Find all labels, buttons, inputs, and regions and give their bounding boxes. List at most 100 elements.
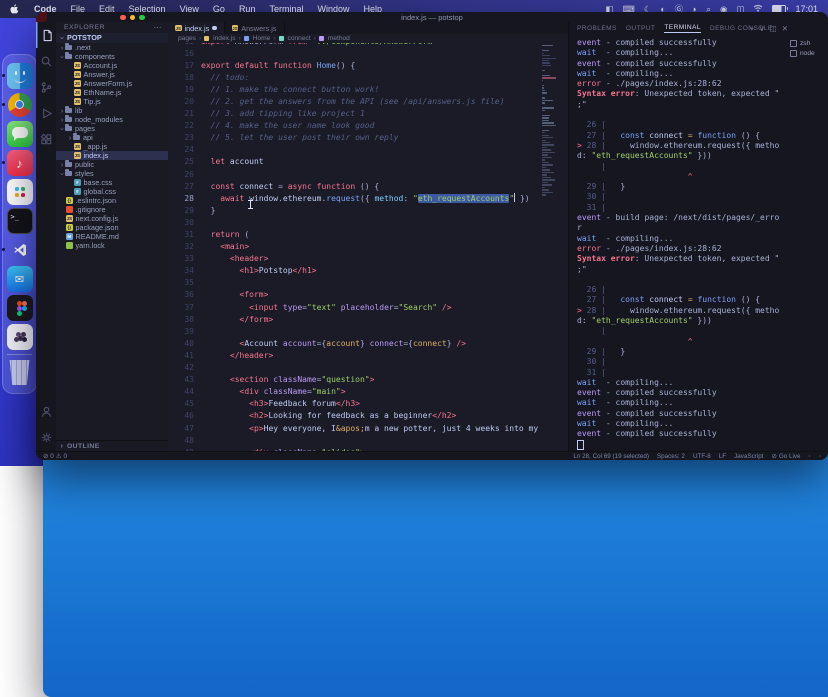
tree-item-node-modules[interactable]: ›node_modules xyxy=(56,115,168,124)
terminal-row: ^ xyxy=(577,337,789,347)
explorer-icon[interactable] xyxy=(36,22,56,48)
dock-item-figma[interactable] xyxy=(7,295,33,321)
tree-item-readme-md[interactable]: MREADME.md xyxy=(56,232,168,241)
tree-item-index-js[interactable]: JSindex.js xyxy=(56,151,168,160)
dock-item-music[interactable]: ♪ xyxy=(7,150,33,176)
tree-item-account-js[interactable]: JSAccount.js xyxy=(56,61,168,70)
problems-summary[interactable]: ⊘0 ⚠0 xyxy=(43,453,67,460)
code-token xyxy=(201,399,249,408)
modified-dot-icon[interactable] xyxy=(212,26,217,31)
settings-gear-icon[interactable] xyxy=(36,424,56,450)
tree-item-public[interactable]: ›public xyxy=(56,160,168,169)
terminal-row: 30 | xyxy=(577,192,789,202)
statusbar-item-spaces-2[interactable]: Spaces: 2 xyxy=(657,453,685,460)
tree-item--app-js[interactable]: JS_app.js xyxy=(56,142,168,151)
code-token: "question" xyxy=(321,375,369,384)
code-area[interactable]: 15import AnswerForm from '../components/… xyxy=(168,43,540,453)
tree-item--next[interactable]: ›.next xyxy=(56,43,168,52)
minimap-line xyxy=(542,132,545,133)
dock-item-vscode[interactable] xyxy=(7,237,33,263)
chevron-down-icon[interactable]: ∨ xyxy=(759,24,765,33)
tree-item-base-css[interactable]: #base.css xyxy=(56,178,168,187)
breadcrumb-item-index-js[interactable]: index.js xyxy=(204,35,235,42)
terminal-session-node[interactable]: node xyxy=(790,48,826,58)
extensions-icon[interactable] xyxy=(36,126,56,152)
tree-item-ethname-js[interactable]: JSEthName.js xyxy=(56,88,168,97)
code-token: request xyxy=(326,194,360,203)
dock-item-messages[interactable] xyxy=(7,121,33,147)
tree-item-next-config-js[interactable]: JSnext.config.js xyxy=(56,214,168,223)
status-right: Ln 28, Col 69 (19 selected) Spaces: 2 UTF-… xyxy=(573,453,821,460)
tree-item-global-css[interactable]: #global.css xyxy=(56,187,168,196)
dock-item-trash[interactable] xyxy=(7,359,33,385)
tree-item--eslintrc-json[interactable]: {}.eslintrc.json xyxy=(56,196,168,205)
source-control-icon[interactable] xyxy=(36,74,56,100)
panel-tab-problems[interactable]: PROBLEMS xyxy=(577,25,617,32)
apple-menu[interactable] xyxy=(0,4,27,15)
more-actions-icon[interactable]: ⋯ xyxy=(154,23,163,32)
statusbar-item-go-live[interactable]: ⊘Go Live xyxy=(772,453,801,460)
tab-index-js[interactable]: JSindex.js xyxy=(168,22,225,34)
statusbar-feedback-icon[interactable]: ◦ xyxy=(809,453,811,460)
code-token: async xyxy=(288,182,312,191)
tree-item-answer-js[interactable]: JSAnswer.js xyxy=(56,70,168,79)
run-debug-icon[interactable] xyxy=(36,100,56,126)
breadcrumb-item-home[interactable]: Home xyxy=(244,35,271,42)
tree-item-yarn-lock[interactable]: yarn.lock xyxy=(56,241,168,250)
dock-item-photos[interactable] xyxy=(7,324,33,350)
workspace-root[interactable]: › POTSTOP xyxy=(56,33,168,43)
dock-item-terminal[interactable]: >_ xyxy=(7,208,33,234)
terminal-row: error - ./pages/index.js:28:62 xyxy=(577,244,789,254)
breadcrumb-item-connect[interactable]: connect xyxy=(279,35,311,42)
terminal-row: event - compiled successfully xyxy=(577,388,789,398)
statusbar-item-lf[interactable]: LF xyxy=(719,453,726,460)
breadcrumb[interactable]: pages›index.js›Home›connect›method xyxy=(168,34,568,43)
statusbar-item-utf-8[interactable]: UTF-8 xyxy=(693,453,711,460)
tree-item-tip-js[interactable]: JSTip.js xyxy=(56,97,168,106)
tree-item-pages[interactable]: ›pages xyxy=(56,124,168,133)
code-token: account xyxy=(326,339,360,348)
code-token: export xyxy=(201,61,230,70)
breadcrumb-item-pages[interactable]: pages xyxy=(176,35,196,42)
tree-item-api[interactable]: ›api xyxy=(56,133,168,142)
dock-item-mail[interactable]: ✉ xyxy=(7,266,33,292)
line-number: 17 xyxy=(168,60,201,72)
outline-section[interactable]: › OUTLINE xyxy=(56,440,168,451)
terminal-row: ;" xyxy=(577,265,789,275)
plus-icon[interactable]: + xyxy=(750,24,754,33)
session-label: zsh xyxy=(800,40,810,47)
terminal-row: ^ xyxy=(577,172,789,182)
tree-item-lib[interactable]: ›lib xyxy=(56,106,168,115)
code-token: connect xyxy=(370,339,404,348)
terminal-output[interactable]: event - compiled successfullywait - comp… xyxy=(577,38,789,452)
dock-item-finder[interactable] xyxy=(7,63,33,89)
tree-item-package-json[interactable]: {}package.json xyxy=(56,223,168,232)
tree-item-components[interactable]: ›components xyxy=(56,52,168,61)
account-icon[interactable] xyxy=(36,398,56,424)
line-number: 32 xyxy=(168,241,201,253)
file-label: pages xyxy=(75,124,95,133)
dock-item-chrome[interactable] xyxy=(7,92,33,118)
tab-answers-js[interactable]: JSAnswers.js xyxy=(225,22,285,34)
search-icon[interactable] xyxy=(36,48,56,74)
statusbar-item-ln-28-col-69-19-sele[interactable]: Ln 28, Col 69 (19 selected) xyxy=(573,453,649,460)
tree-item-styles[interactable]: ›styles xyxy=(56,169,168,178)
close-icon[interactable]: ✕ xyxy=(782,24,788,33)
tree-item--gitignore[interactable]: .gitignore xyxy=(56,205,168,214)
breadcrumb-item-method[interactable]: method xyxy=(319,35,350,42)
tree-item-answerform-js[interactable]: JSAnswerForm.js xyxy=(56,79,168,88)
split-icon[interactable]: ◫ xyxy=(770,24,777,33)
code-text: } xyxy=(201,205,215,217)
terminal-session-zsh[interactable]: zsh xyxy=(790,38,826,48)
statusbar-label: UTF-8 xyxy=(693,453,711,460)
window-title-bar[interactable]: index.js — potstop xyxy=(36,12,828,22)
line-number: 19 xyxy=(168,84,201,96)
panel-tab-terminal[interactable]: TERMINAL xyxy=(664,24,701,33)
statusbar-bell-icon[interactable]: ◦ xyxy=(819,453,821,460)
panel-tab-output[interactable]: OUTPUT xyxy=(626,25,656,32)
minimap-line xyxy=(542,172,554,173)
minimap[interactable] xyxy=(541,42,558,452)
dock-item-slack[interactable] xyxy=(7,179,33,205)
minimap-line xyxy=(542,130,549,131)
statusbar-item-javascript[interactable]: JavaScript xyxy=(734,453,763,460)
